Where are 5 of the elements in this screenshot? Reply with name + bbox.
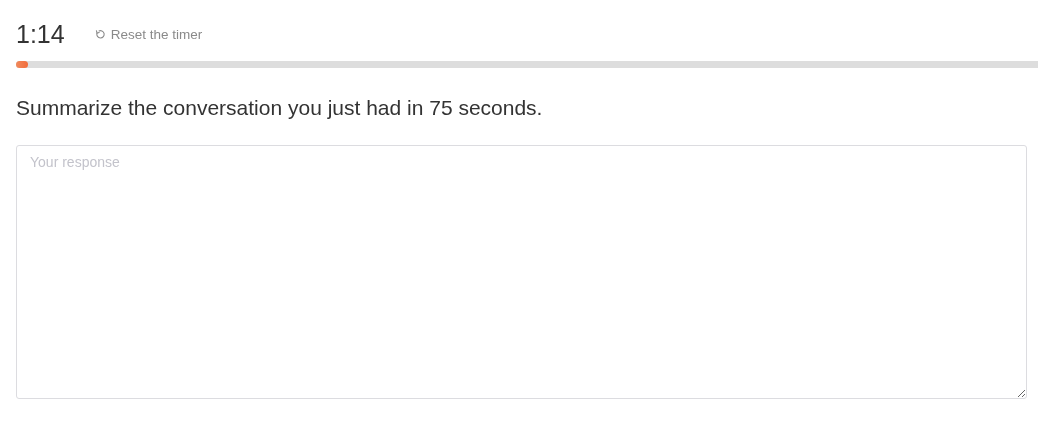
prompt-text: Summarize the conversation you just had in 75 seconds. bbox=[16, 96, 544, 120]
timer-display: 1:14 bbox=[16, 19, 65, 49]
response-field[interactable]: Your response bbox=[16, 145, 1027, 399]
reset-timer-button[interactable]: Reset the timer bbox=[94, 26, 203, 42]
reset-icon bbox=[94, 28, 106, 40]
